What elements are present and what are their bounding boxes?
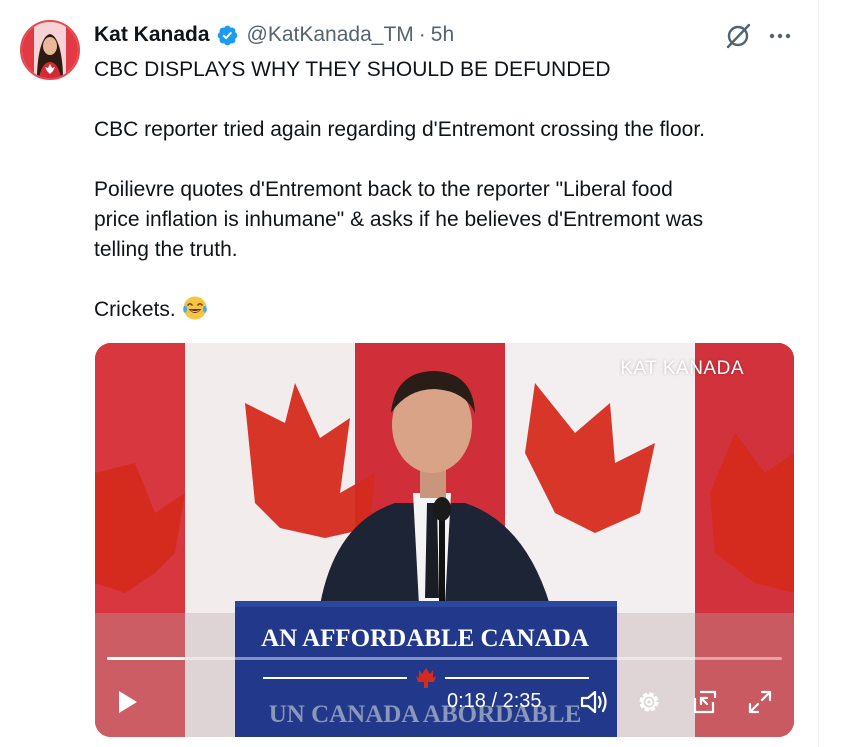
fullscreen-icon[interactable] bbox=[744, 686, 776, 718]
tweet-text-line: CBC reporter tried again regarding d'Ent… bbox=[94, 118, 705, 141]
author-name[interactable]: Kat Kanada bbox=[94, 23, 210, 47]
tweet-text-crickets: Crickets. bbox=[94, 298, 176, 321]
picture-in-picture-icon[interactable] bbox=[689, 686, 721, 718]
tweet-text-line: Crickets. bbox=[94, 295, 804, 325]
author-handle[interactable]: @KatKanada_TM bbox=[247, 23, 414, 47]
tweet-text: CBC DISPLAYS WHY THEY SHOULD BE DEFUNDED… bbox=[94, 55, 804, 325]
video-player[interactable]: KAT KANADA AN AFFORDABLE CANADA UN CANAD… bbox=[95, 343, 794, 737]
video-time-display: 0:18 / 2:35 bbox=[447, 690, 542, 712]
tears-of-joy-emoji-icon bbox=[182, 295, 208, 321]
tweet-text-line: telling the truth. bbox=[94, 238, 238, 261]
avatar-image bbox=[22, 22, 78, 78]
avatar[interactable] bbox=[20, 20, 80, 80]
tweet-text-line: price inflation is inhumane" & asks if h… bbox=[94, 208, 704, 231]
separator-dot: · bbox=[418, 23, 426, 46]
timestamp[interactable]: 5h bbox=[431, 23, 454, 47]
video-watermark: KAT KANADA bbox=[620, 358, 744, 379]
volume-icon[interactable] bbox=[577, 686, 611, 718]
podium-text-english: AN AFFORDABLE CANADA bbox=[261, 625, 589, 652]
settings-gear-icon[interactable] bbox=[633, 686, 665, 718]
more-options-icon[interactable] bbox=[764, 20, 796, 52]
tweet-text-line: CBC DISPLAYS WHY THEY SHOULD BE DEFUNDED bbox=[94, 58, 611, 81]
video-controls: 0:18 / 2:35 bbox=[95, 678, 794, 726]
timeline-column-border bbox=[818, 0, 819, 747]
tweet-header: Kat Kanada @KatKanada_TM · 5h bbox=[94, 20, 454, 50]
grok-icon[interactable] bbox=[722, 20, 754, 52]
verified-badge-icon[interactable] bbox=[216, 24, 239, 47]
play-icon[interactable] bbox=[111, 686, 143, 718]
video-progress-fill bbox=[107, 657, 186, 660]
video-progress-bar[interactable] bbox=[107, 657, 782, 660]
tweet-text-line: Poilievre quotes d'Entremont back to the… bbox=[94, 178, 673, 201]
